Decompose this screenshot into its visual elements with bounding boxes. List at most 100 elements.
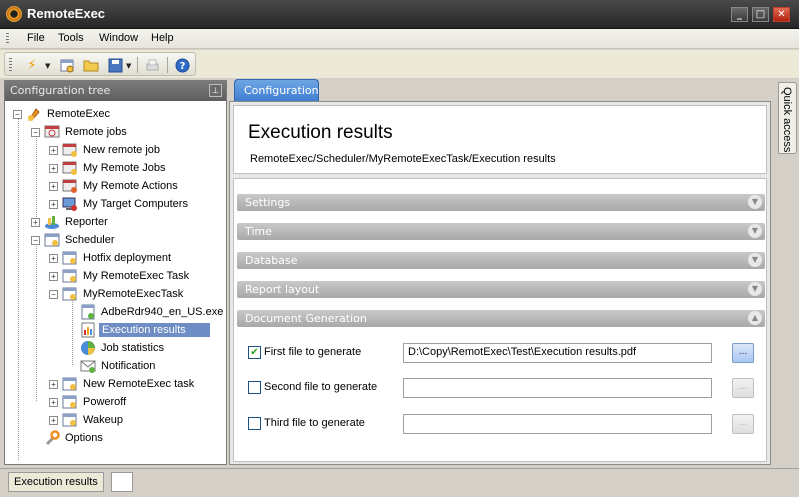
minimize-button[interactable]: _ (731, 7, 748, 22)
run-icon[interactable]: ⚡ (23, 56, 41, 74)
section-database[interactable]: Database ▼ (237, 252, 765, 269)
tab-configuration[interactable]: Configuration (234, 79, 319, 101)
chevron-down-icon[interactable]: ▼ (748, 282, 762, 296)
collapse-icon[interactable]: − (31, 235, 40, 245)
tree-item-new-remoteexec-task[interactable]: + New RemoteExec task (49, 375, 196, 393)
tree-item-new-remote-job[interactable]: + New remote job (49, 141, 162, 159)
save-icon[interactable] (106, 56, 124, 74)
panel-header: Configuration tree ⊥ (5, 81, 226, 101)
second-file-checkbox[interactable] (248, 381, 261, 394)
expand-icon[interactable]: + (49, 253, 58, 263)
envelope-icon (80, 358, 96, 374)
maximize-button[interactable]: □ (752, 7, 769, 22)
first-file-checkbox[interactable]: ✔ (248, 346, 261, 359)
breadcrumb: RemoteExec/Scheduler/MyRemoteExecTask/Ex… (250, 153, 556, 165)
file-row-third: Third file to generate ... (248, 414, 754, 434)
tree-item-reporter[interactable]: + Reporter (31, 213, 110, 231)
expand-icon[interactable]: + (49, 415, 58, 425)
file-row-second: Second file to generate ... (248, 378, 754, 398)
task-icon (62, 250, 78, 266)
print-icon[interactable] (143, 56, 161, 74)
section-document-generation[interactable]: Document Generation ▲ (237, 310, 765, 327)
collapse-icon[interactable]: − (13, 109, 22, 119)
task-icon (62, 286, 78, 302)
section-settings[interactable]: Settings ▼ (237, 194, 765, 211)
tree-item-remoteexec[interactable]: − RemoteExec (13, 105, 112, 123)
close-button[interactable]: ✕ (773, 7, 790, 22)
tree-item-scheduler[interactable]: − Scheduler (31, 231, 117, 249)
tree-item-options[interactable]: Options (44, 429, 105, 447)
save-dropdown-icon[interactable]: ▼ (126, 62, 131, 70)
chevron-down-icon[interactable]: ▼ (748, 253, 762, 267)
collapse-icon[interactable]: − (49, 289, 58, 299)
tree-item-hotfix-deployment[interactable]: + Hotfix deployment (49, 249, 173, 267)
toolbar-separator (137, 57, 138, 73)
expand-icon[interactable]: + (49, 397, 58, 407)
menu-bar: File Tools Window Help (0, 29, 799, 49)
expand-icon[interactable]: + (49, 199, 58, 209)
third-file-path-input[interactable] (403, 414, 712, 434)
tree-item-poweroff[interactable]: + Poweroff (49, 393, 128, 411)
remote-job-icon (62, 142, 78, 158)
status-bar: Execution results (0, 468, 799, 497)
content-area: Settings ▼ Time ▼ Database ▼ Report layo… (233, 178, 767, 462)
window-title: RemoteExec (27, 6, 106, 21)
file-icon (80, 304, 96, 320)
second-file-browse-button[interactable]: ... (732, 378, 754, 398)
remote-action-icon (62, 178, 78, 194)
tree-item-myremoteexectask[interactable]: − MyRemoteExecTask (49, 285, 185, 303)
section-report-layout[interactable]: Report layout ▼ (237, 281, 765, 298)
first-file-path-input[interactable]: D:\Copy\RemotExec\Test\Execution results… (403, 343, 712, 363)
menu-window[interactable]: Window (99, 32, 138, 44)
expand-icon[interactable]: + (49, 163, 58, 173)
expand-icon[interactable]: + (49, 271, 58, 281)
section-time[interactable]: Time ▼ (237, 223, 765, 240)
report-icon (80, 322, 96, 338)
computer-icon (62, 196, 78, 212)
tree-item-my-target-computers[interactable]: + My Target Computers (49, 195, 190, 213)
tree-item-notification[interactable]: Notification (80, 357, 157, 375)
expand-icon[interactable]: + (49, 145, 58, 155)
menu-grip (6, 33, 9, 45)
toolbar-group: ⚡ ▼ ▼ ? (4, 52, 196, 76)
tree-item-remote-jobs[interactable]: − Remote jobs (31, 123, 129, 141)
panel-title: Configuration tree (10, 84, 111, 97)
tree-item-my-remote-actions[interactable]: + My Remote Actions (49, 177, 180, 195)
expand-icon[interactable]: + (31, 217, 40, 227)
tree-guide-line (36, 133, 37, 223)
task-icon (62, 376, 78, 392)
status-text: Execution results (8, 472, 104, 492)
menu-help[interactable]: Help (151, 32, 174, 44)
tree-guide-line (18, 115, 19, 460)
expand-icon[interactable]: + (49, 379, 58, 389)
remoteexec-icon (26, 106, 42, 122)
status-panel (111, 472, 133, 492)
tree-item-execution-results[interactable]: Execution results (80, 321, 210, 339)
run-dropdown-icon[interactable]: ▼ (45, 62, 50, 70)
menu-tools[interactable]: Tools (58, 32, 84, 44)
tree-item-adberdr-exe[interactable]: AdbeRdr940_en_US.exe (80, 303, 225, 321)
open-folder-icon[interactable] (82, 56, 100, 74)
pin-icon[interactable]: ⊥ (209, 84, 222, 97)
second-file-path-input[interactable] (403, 378, 712, 398)
menu-file[interactable]: File (27, 32, 45, 44)
chevron-down-icon[interactable]: ▼ (748, 224, 762, 238)
tree-item-wakeup[interactable]: + Wakeup (49, 411, 125, 429)
tree-item-job-statistics[interactable]: Job statistics (80, 339, 166, 357)
expand-icon[interactable]: + (49, 181, 58, 191)
task-icon (62, 412, 78, 428)
task-icon (62, 394, 78, 410)
third-file-checkbox[interactable] (248, 417, 261, 430)
help-icon[interactable]: ? (173, 56, 191, 74)
chevron-down-icon[interactable]: ▼ (748, 195, 762, 209)
collapse-icon[interactable]: − (31, 127, 40, 137)
tree-item-my-remote-jobs[interactable]: + My Remote Jobs (49, 159, 168, 177)
third-file-browse-button[interactable]: ... (732, 414, 754, 434)
new-task-icon[interactable] (58, 56, 76, 74)
chevron-up-icon[interactable]: ▲ (748, 311, 762, 325)
tree-guide-line (72, 295, 73, 365)
configuration-tree: − RemoteExec − Remote jobs + New remote … (5, 101, 226, 463)
tree-item-my-remoteexec-task[interactable]: + My RemoteExec Task (49, 267, 191, 285)
first-file-browse-button[interactable]: ... (732, 343, 754, 363)
quick-access-tab[interactable]: Quick access (778, 82, 797, 154)
